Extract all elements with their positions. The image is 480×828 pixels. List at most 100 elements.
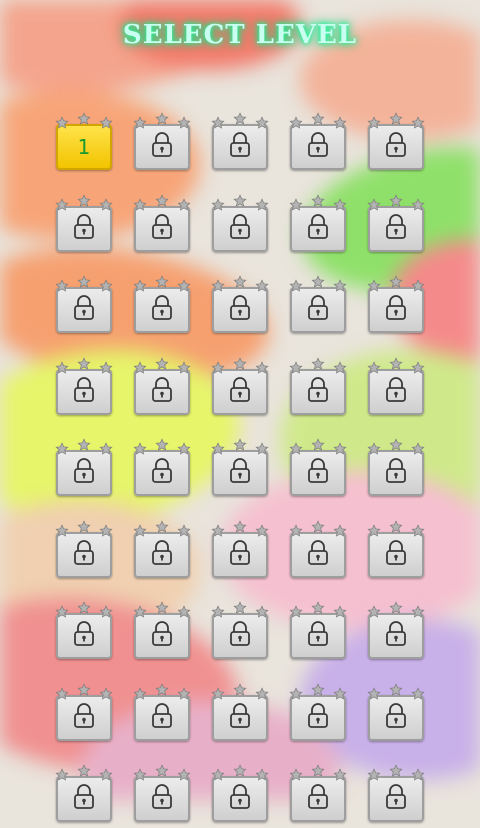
level-tile[interactable]	[53, 357, 115, 421]
level-tile[interactable]	[287, 112, 349, 176]
level-tile[interactable]	[131, 194, 193, 258]
star-icon	[289, 361, 303, 375]
lock-icon	[151, 703, 173, 733]
level-tile[interactable]	[53, 764, 115, 828]
level-tile[interactable]	[53, 520, 115, 584]
level-tile[interactable]	[53, 438, 115, 502]
level-tile[interactable]	[209, 520, 271, 584]
lock-icon	[307, 540, 329, 570]
star-icon	[133, 198, 147, 212]
level-tile[interactable]	[209, 194, 271, 258]
lock-icon	[73, 703, 95, 733]
level-tile[interactable]	[53, 601, 115, 665]
level-tile[interactable]	[131, 275, 193, 339]
star-icon	[211, 687, 225, 701]
level-stars	[131, 275, 193, 297]
lock-icon	[307, 703, 329, 733]
lock-icon	[385, 621, 407, 651]
level-tile[interactable]	[365, 357, 427, 421]
level-tile[interactable]	[365, 764, 427, 828]
level-tile[interactable]: 1	[53, 112, 115, 176]
star-icon	[133, 605, 147, 619]
level-tile[interactable]	[131, 601, 193, 665]
star-icon	[77, 112, 91, 126]
star-icon	[333, 198, 347, 212]
level-tile[interactable]	[365, 683, 427, 747]
lock-icon	[73, 377, 95, 407]
star-icon	[211, 605, 225, 619]
star-icon	[177, 524, 191, 538]
level-tile[interactable]	[209, 438, 271, 502]
level-stars	[53, 601, 115, 623]
level-tile[interactable]	[287, 194, 349, 258]
level-tile[interactable]	[287, 357, 349, 421]
level-tile[interactable]	[365, 194, 427, 258]
level-stars	[53, 357, 115, 379]
star-icon	[289, 768, 303, 782]
level-tile[interactable]	[131, 683, 193, 747]
level-stars	[131, 194, 193, 216]
level-tile[interactable]	[209, 683, 271, 747]
star-icon	[255, 361, 269, 375]
star-icon	[55, 442, 69, 456]
level-tile[interactable]	[287, 764, 349, 828]
star-icon	[155, 438, 169, 452]
level-tile[interactable]	[365, 520, 427, 584]
star-icon	[233, 601, 247, 615]
level-tile[interactable]	[287, 601, 349, 665]
star-icon	[367, 605, 381, 619]
lock-icon	[385, 540, 407, 570]
level-tile[interactable]	[131, 520, 193, 584]
star-icon	[311, 601, 325, 615]
level-tile[interactable]	[287, 438, 349, 502]
star-icon	[155, 357, 169, 371]
star-icon	[233, 275, 247, 289]
level-stars	[209, 520, 271, 542]
level-tile[interactable]	[53, 194, 115, 258]
level-tile[interactable]	[209, 764, 271, 828]
star-icon	[411, 605, 425, 619]
lock-icon	[151, 132, 173, 162]
lock-icon	[385, 377, 407, 407]
star-icon	[155, 683, 169, 697]
star-icon	[211, 524, 225, 538]
lock-icon	[73, 784, 95, 814]
level-tile[interactable]	[209, 275, 271, 339]
star-icon	[211, 442, 225, 456]
level-tile[interactable]	[131, 438, 193, 502]
level-stars	[209, 683, 271, 705]
level-stars	[209, 194, 271, 216]
level-tile[interactable]	[53, 683, 115, 747]
level-tile[interactable]	[287, 520, 349, 584]
level-stars	[287, 275, 349, 297]
level-tile[interactable]	[365, 438, 427, 502]
star-icon	[99, 524, 113, 538]
star-icon	[211, 198, 225, 212]
level-tile[interactable]	[287, 683, 349, 747]
lock-icon	[385, 458, 407, 488]
star-icon	[155, 520, 169, 534]
star-icon	[367, 198, 381, 212]
level-tile[interactable]	[131, 764, 193, 828]
lock-icon	[385, 784, 407, 814]
star-icon	[55, 687, 69, 701]
star-icon	[99, 361, 113, 375]
level-tile[interactable]	[131, 357, 193, 421]
level-tile[interactable]	[209, 112, 271, 176]
level-tile[interactable]	[209, 357, 271, 421]
level-stars	[131, 520, 193, 542]
level-tile[interactable]	[287, 275, 349, 339]
star-icon	[155, 194, 169, 208]
level-tile[interactable]	[53, 275, 115, 339]
star-icon	[211, 116, 225, 130]
level-tile[interactable]	[365, 275, 427, 339]
level-tile[interactable]	[365, 601, 427, 665]
level-tile[interactable]	[365, 112, 427, 176]
star-icon	[155, 601, 169, 615]
lock-icon	[385, 703, 407, 733]
lock-icon	[307, 132, 329, 162]
star-icon	[255, 605, 269, 619]
star-icon	[155, 112, 169, 126]
level-tile[interactable]	[209, 601, 271, 665]
level-tile[interactable]	[131, 112, 193, 176]
